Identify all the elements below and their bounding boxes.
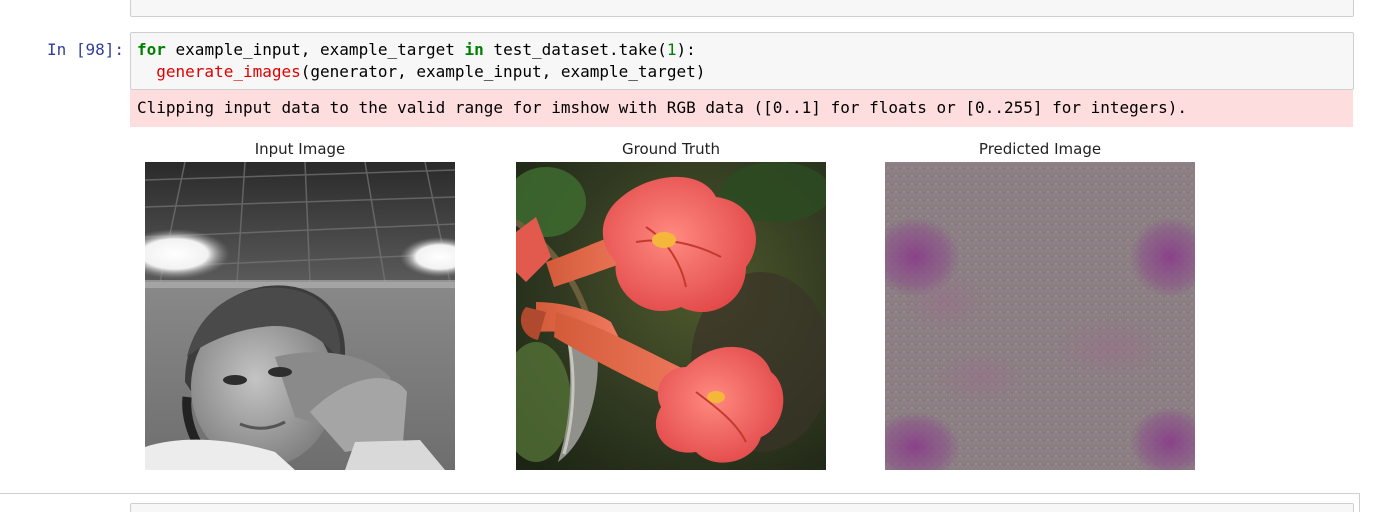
input-image xyxy=(145,162,455,470)
panel-title-input: Input Image xyxy=(254,140,346,158)
keyword-for: for xyxy=(137,40,166,59)
panel-predicted-image: Predicted Image xyxy=(885,135,1195,471)
code-cell-input[interactable]: for example_input, example_target in tes… xyxy=(130,32,1354,90)
code-function-name: generate_images xyxy=(156,62,301,81)
code-line-2: generate_images(generator, example_input… xyxy=(137,62,705,82)
code-function-args: (generator, example_input, example_targe… xyxy=(300,62,706,81)
code-line-1: for example_input, example_target in tes… xyxy=(137,40,696,60)
code-close: ): xyxy=(676,40,696,59)
next-cell-input[interactable] xyxy=(130,503,1354,512)
stderr-output: Clipping input data to the valid range f… xyxy=(130,90,1353,127)
predicted-image xyxy=(885,162,1195,470)
panel-title-predicted: Predicted Image xyxy=(978,140,1102,158)
keyword-in: in xyxy=(464,40,484,59)
code-take-call: test_dataset.take( xyxy=(483,40,667,59)
cell-prompt: In [98]: xyxy=(46,40,124,59)
previous-cell-input[interactable] xyxy=(130,0,1354,17)
stderr-text: Clipping input data to the valid range f… xyxy=(137,98,1187,117)
panel-title-ground-truth: Ground Truth xyxy=(622,140,720,158)
ground-truth-image xyxy=(516,162,826,470)
panel-ground-truth: Ground Truth xyxy=(516,135,826,471)
output-figure: Input Image Ground Truth Predicted Image xyxy=(130,135,1353,480)
code-vars: example_input, example_target xyxy=(165,40,465,59)
notebook-page: In [98]: for example_input, example_targ… xyxy=(0,0,1377,512)
panel-input-image: Input Image xyxy=(145,135,455,471)
